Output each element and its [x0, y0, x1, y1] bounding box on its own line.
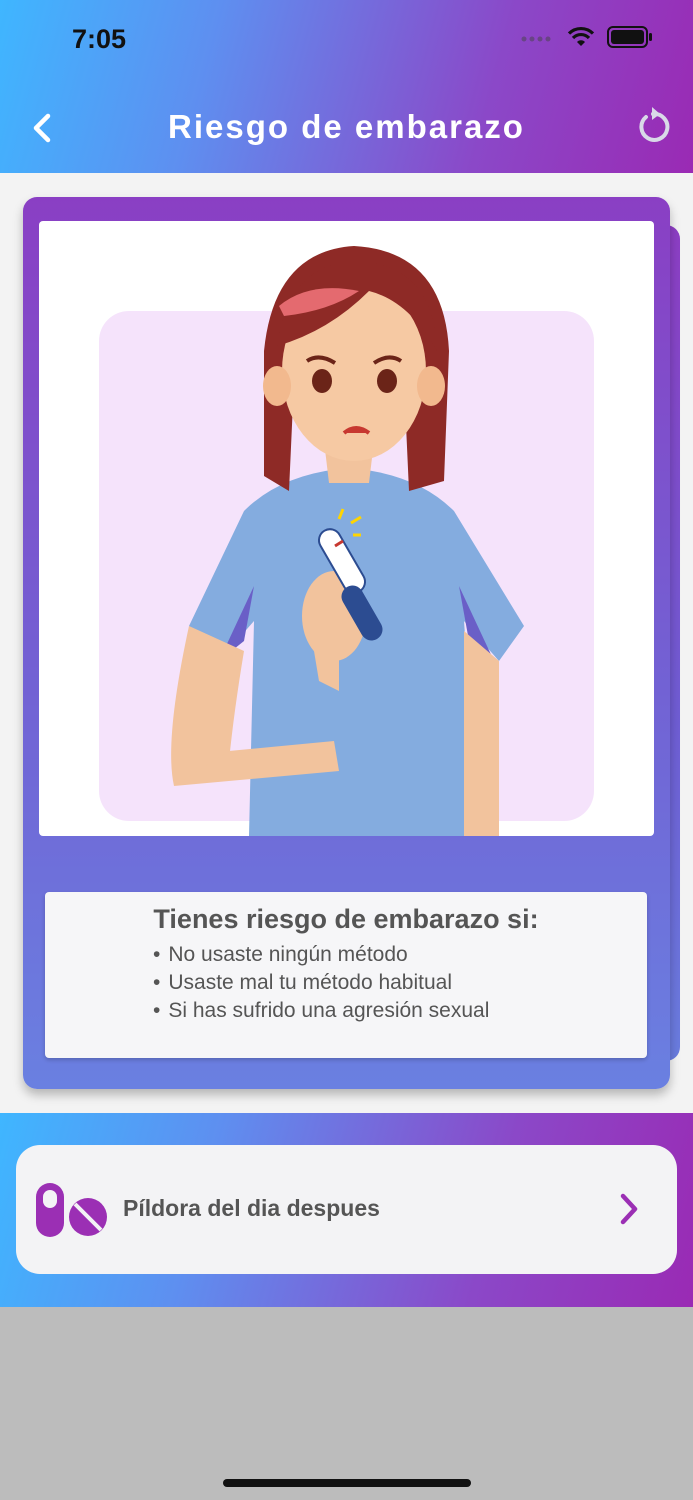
morning-after-pill-button[interactable]: Píldora del dia despues	[16, 1145, 677, 1274]
risk-info-box: Tienes riesgo de embarazo si: No usaste …	[45, 892, 647, 1058]
signal-icon	[521, 31, 555, 49]
pill-icon	[34, 1181, 108, 1244]
status-icons	[521, 26, 653, 53]
chevron-right-icon	[619, 1193, 639, 1230]
battery-icon	[607, 26, 653, 53]
reload-icon	[634, 106, 672, 151]
wifi-icon	[567, 26, 595, 53]
risk-info-list: No usaste ningún método Usaste mal tu mé…	[153, 941, 489, 1025]
illustration-woman-pregnancy-test	[39, 221, 654, 836]
morning-after-pill-label: Píldora del dia despues	[123, 1195, 380, 1221]
list-item: No usaste ningún método	[153, 941, 489, 969]
page-title: Riesgo de embarazo	[168, 108, 525, 145]
bottom-action-bar: Píldora del dia despues	[0, 1113, 693, 1307]
risk-info-title: Tienes riesgo de embarazo si:	[153, 904, 539, 934]
list-item: Usaste mal tu método habitual	[153, 969, 489, 997]
content-area: Tienes riesgo de embarazo si: No usaste …	[0, 173, 693, 1113]
reload-button[interactable]	[633, 106, 673, 150]
app-header: 7:05 Riesgo de embarazo	[0, 0, 693, 173]
status-time: 7:05	[72, 24, 127, 54]
home-indicator[interactable]	[223, 1479, 471, 1487]
info-card[interactable]: Tienes riesgo de embarazo si: No usaste …	[23, 197, 670, 1089]
list-item: Si has sufrido una agresión sexual	[153, 997, 489, 1025]
